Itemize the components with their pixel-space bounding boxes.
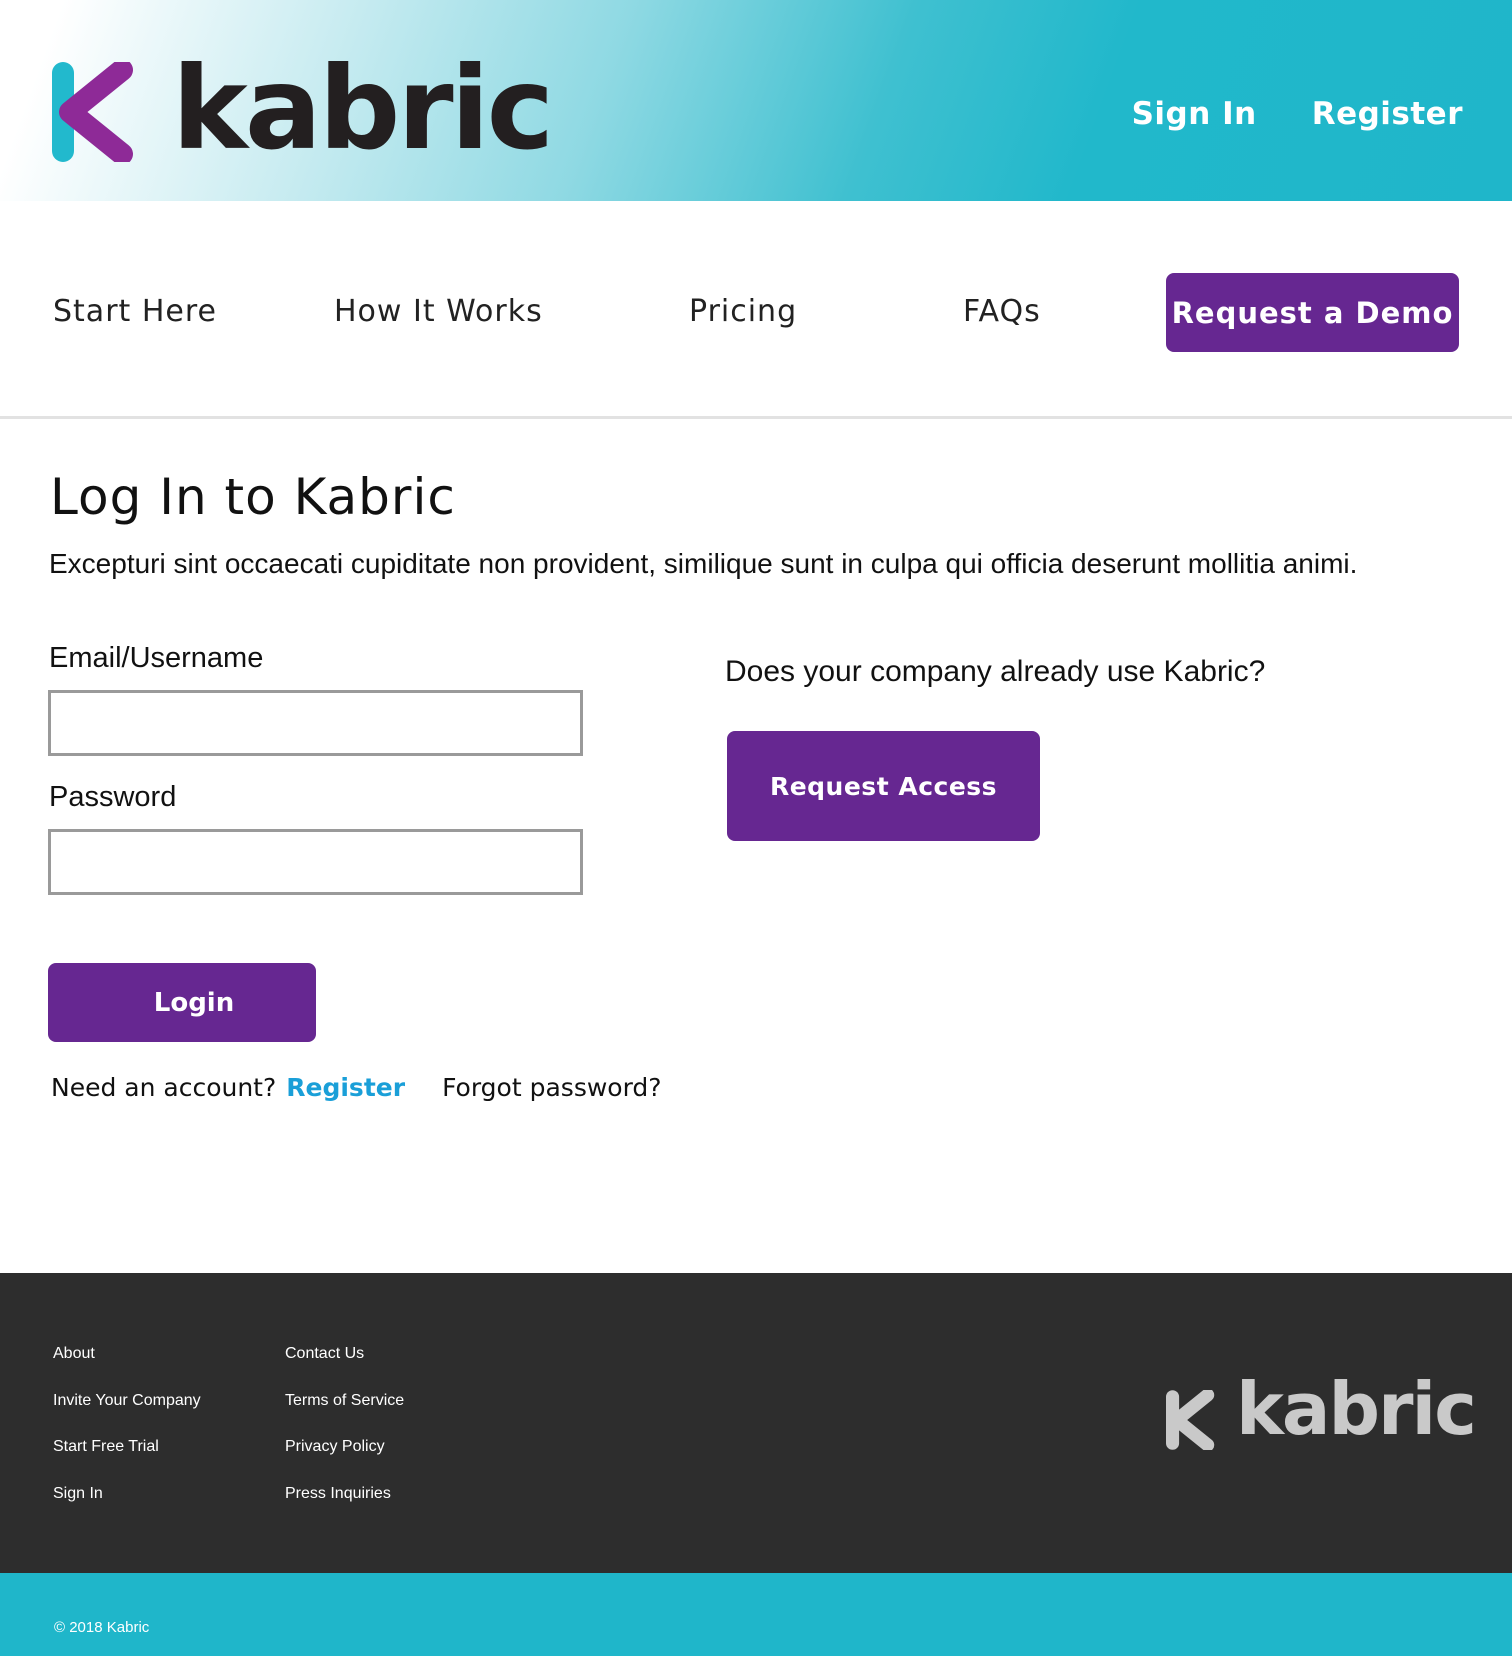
copyright-bar: © 2018 Kabric xyxy=(0,1573,1512,1656)
login-button-label: Login xyxy=(153,987,235,1018)
footer-link-about[interactable]: About xyxy=(53,1345,201,1392)
site-footer: About Invite Your Company Start Free Tri… xyxy=(0,1273,1512,1573)
footer-logo-wordmark: kabric xyxy=(1236,1367,1477,1451)
page-title: Log In to Kabric xyxy=(50,468,456,526)
footer-link-invite-company[interactable]: Invite Your Company xyxy=(53,1392,201,1439)
header-sign-in-link[interactable]: Sign In xyxy=(1132,96,1257,132)
request-demo-button[interactable]: Request a Demo xyxy=(1166,273,1459,352)
footer-link-sign-in[interactable]: Sign In xyxy=(53,1485,201,1532)
footer-link-terms[interactable]: Terms of Service xyxy=(285,1392,404,1439)
nav-how-it-works[interactable]: How It Works xyxy=(334,294,543,329)
forgot-password-link[interactable]: Forgot password? xyxy=(442,1073,662,1102)
footer-link-press[interactable]: Press Inquiries xyxy=(285,1485,404,1532)
footer-link-contact[interactable]: Contact Us xyxy=(285,1345,404,1392)
password-label: Password xyxy=(49,781,177,813)
site-header: kabric Sign In Register xyxy=(0,0,1512,201)
footer-link-privacy[interactable]: Privacy Policy xyxy=(285,1438,404,1485)
kabric-logo[interactable]: kabric xyxy=(52,52,554,166)
footer-column-2: Contact Us Terms of Service Privacy Poli… xyxy=(285,1345,404,1531)
need-account-text: Need an account? xyxy=(51,1073,277,1102)
password-field[interactable] xyxy=(48,829,583,895)
account-links: Need an account? Register Forgot passwor… xyxy=(51,1073,662,1102)
kabric-k-logo-icon xyxy=(52,62,133,162)
header-auth-links: Sign In Register xyxy=(1132,96,1463,132)
main-nav: Start Here How It Works Pricing FAQs Req… xyxy=(0,201,1512,419)
nav-pricing[interactable]: Pricing xyxy=(689,294,797,329)
page-intro: Excepturi sint occaecati cupiditate non … xyxy=(49,548,1358,579)
nav-start-here[interactable]: Start Here xyxy=(53,294,217,329)
header-register-link[interactable]: Register xyxy=(1312,96,1463,132)
request-access-button[interactable]: Request Access xyxy=(727,731,1040,841)
email-field[interactable] xyxy=(48,690,583,756)
nav-faqs[interactable]: FAQs xyxy=(963,294,1041,329)
copyright-text: © 2018 Kabric xyxy=(54,1619,150,1636)
company-question: Does your company already use Kabric? xyxy=(725,655,1266,688)
footer-column-1: About Invite Your Company Start Free Tri… xyxy=(53,1345,201,1531)
login-button[interactable]: Login xyxy=(48,963,316,1042)
logo-wordmark: kabric xyxy=(172,42,554,175)
kabric-k-logo-icon xyxy=(1166,1390,1215,1450)
footer-link-start-trial[interactable]: Start Free Trial xyxy=(53,1438,201,1485)
footer-logo[interactable]: kabric xyxy=(1166,1373,1477,1450)
register-link[interactable]: Register xyxy=(286,1073,405,1102)
email-label: Email/Username xyxy=(49,642,264,674)
